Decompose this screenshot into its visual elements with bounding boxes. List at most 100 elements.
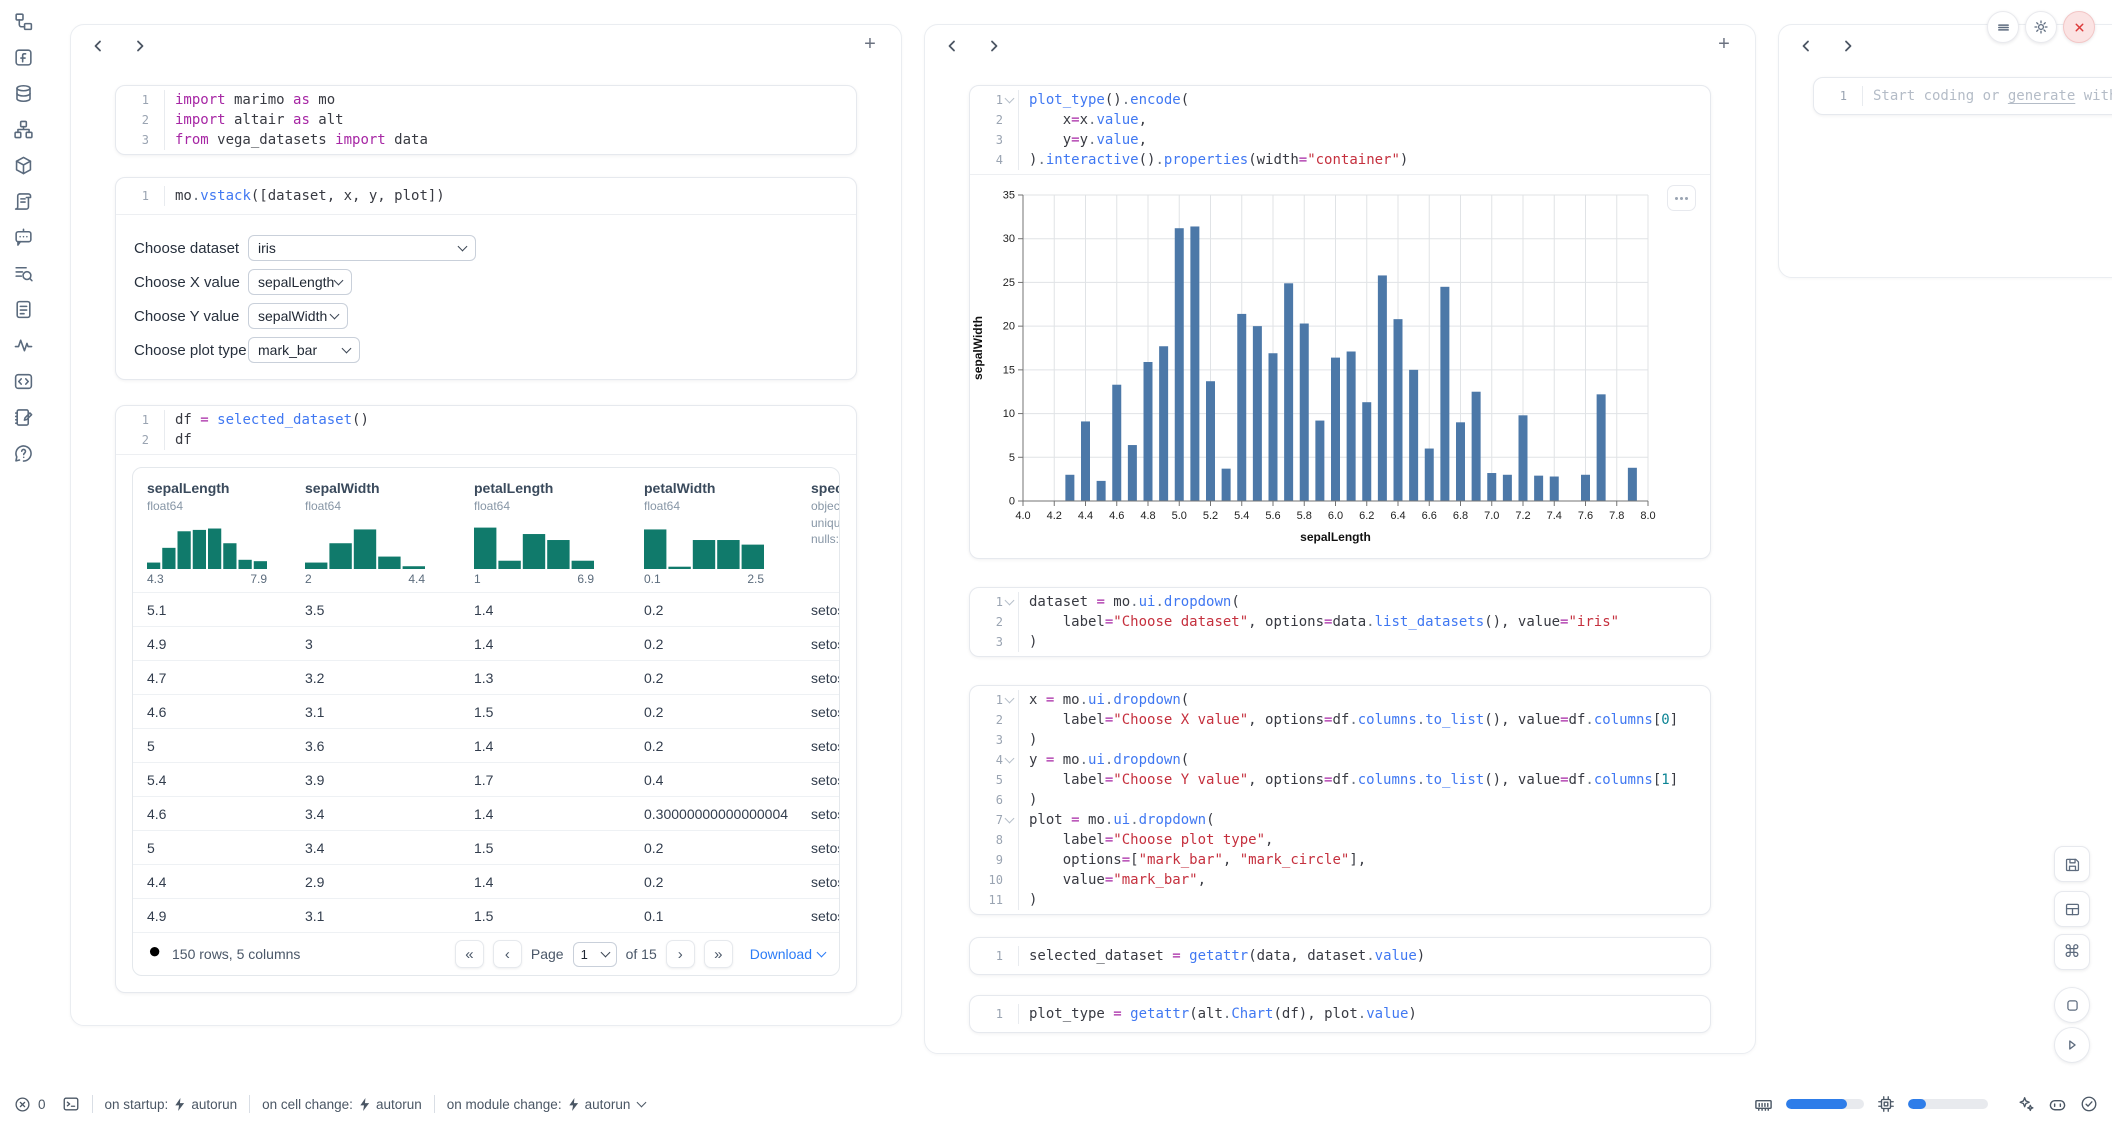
table-cell: setosa [797, 840, 839, 856]
terminal-button[interactable] [62, 1095, 80, 1113]
autorun-setting-3[interactable]: on module change:autorun [447, 1097, 646, 1112]
column-collapse-right-icon[interactable] [1839, 37, 1857, 55]
shutdown-button[interactable] [2063, 11, 2095, 43]
table-row[interactable]: 53.61.40.2setosa [133, 728, 839, 762]
code-line: label="Choose plot type", [1029, 830, 1710, 850]
last-page-button[interactable]: » [704, 940, 733, 968]
sidebar-item-logs[interactable] [12, 190, 34, 212]
table-row[interactable]: 4.931.40.2setosa [133, 626, 839, 660]
dataframe-code-cell[interactable]: 12df = selected_dataset()df sepalLengthf… [115, 405, 857, 993]
column-header-sepalLength[interactable]: sepalLengthfloat644.37.9 [133, 478, 291, 586]
table-row[interactable]: 53.41.50.2setosa [133, 830, 839, 864]
sidebar-item-functions[interactable] [12, 46, 34, 68]
sidebar-item-help[interactable] [12, 442, 34, 464]
error-indicator[interactable]: 0 [14, 1096, 46, 1113]
code-editor[interactable]: 1selected_dataset = getattr(data, datase… [970, 938, 1710, 974]
code-editor[interactable]: 123import marimo as moimport altair as a… [116, 86, 856, 154]
table-cell: 1.4 [460, 636, 630, 652]
error-count: 0 [38, 1097, 46, 1112]
app-view-button[interactable] [2054, 987, 2090, 1023]
panel-layout-button[interactable] [2054, 891, 2090, 927]
histogram-range: 24.4 [305, 572, 425, 586]
code-line: x=x.value, [1029, 110, 1710, 130]
sidebar-item-packages[interactable] [12, 154, 34, 176]
table-row[interactable]: 4.93.11.50.1setosa [133, 898, 839, 932]
table-row[interactable]: 4.42.91.40.2setosa [133, 864, 839, 898]
settings-button[interactable] [2025, 11, 2057, 43]
first-page-button[interactable]: « [455, 940, 484, 968]
table-row[interactable]: 4.73.21.30.2setosa [133, 660, 839, 694]
fold-chevron-icon[interactable] [1005, 596, 1015, 606]
menu-button[interactable] [1987, 11, 2019, 43]
fold-chevron-icon[interactable] [1005, 814, 1015, 824]
table-cell: 3.1 [291, 704, 460, 720]
fold-chevron-icon[interactable] [1005, 754, 1015, 764]
code-editor[interactable]: 1234plot_type().encode( x=x.value, y=y.v… [970, 86, 1710, 174]
column-collapse-left-icon[interactable] [943, 37, 961, 55]
table-row[interactable]: 5.13.51.40.2setosa [133, 592, 839, 626]
column-header-sepalWidth[interactable]: sepalWidthfloat6424.4 [291, 478, 460, 586]
table-row[interactable]: 4.63.11.50.2setosa [133, 694, 839, 728]
sidebar-item-notebook[interactable] [12, 406, 34, 428]
code-editor[interactable]: 1plot_type = getattr(alt.Chart(df), plot… [970, 996, 1710, 1032]
table-row[interactable]: 5.43.91.70.4setosa [133, 762, 839, 796]
sidebar-item-documentation[interactable] [12, 298, 34, 320]
code-editor[interactable]: 1234567891011x = mo.ui.dropdown( label="… [970, 686, 1710, 914]
run-button[interactable] [2054, 1027, 2090, 1063]
code-editor[interactable]: 12df = selected_dataset()df [116, 406, 856, 454]
save-button[interactable] [2054, 846, 2090, 882]
plot-type-code-cell[interactable]: 1plot_type = getattr(alt.Chart(df), plot… [969, 995, 1711, 1033]
fold-chevron-icon[interactable] [1005, 94, 1015, 104]
svg-text:5.6: 5.6 [1265, 510, 1280, 522]
column-collapse-left-icon[interactable] [89, 37, 107, 55]
next-page-button[interactable]: › [666, 940, 695, 968]
plot-type-select[interactable]: mark_bar [248, 337, 360, 363]
sidebar-item-tracing[interactable] [12, 334, 34, 356]
sidebar-item-ai-chat[interactable] [12, 226, 34, 248]
sidebar-item-dependency-graph[interactable] [12, 118, 34, 140]
sidebar-item-snippets[interactable] [12, 370, 34, 392]
table-cell: 3.6 [291, 738, 460, 754]
y-value-select[interactable]: sepalWidth [248, 303, 348, 329]
generate-link[interactable]: generate [2008, 88, 2075, 104]
dataset-dropdown-code-cell[interactable]: 123dataset = mo.ui.dropdown( label="Choo… [969, 587, 1711, 657]
selected-dataset-code-cell[interactable]: 1selected_dataset = getattr(data, datase… [969, 937, 1711, 975]
autorun-setting-1[interactable]: on startup:autorun [105, 1097, 238, 1112]
connection-status-icon[interactable] [2080, 1095, 2098, 1113]
imports-code-cell[interactable]: 123import marimo as moimport altair as a… [115, 85, 857, 155]
table-row[interactable]: 4.63.41.40.30000000000000004setosa [133, 796, 839, 830]
functions-icon [13, 47, 34, 68]
chart-options-button[interactable] [1667, 185, 1696, 211]
tracing-icon [13, 335, 34, 356]
empty-code-cell[interactable]: 1 Start coding or generate with [1813, 77, 2112, 115]
column-header-petalLength[interactable]: petalLengthfloat6416.9 [460, 478, 630, 586]
column-header-species[interactable]: speciesobjectunique:nulls: [797, 478, 839, 586]
fold-chevron-icon[interactable] [1005, 694, 1015, 704]
add-cell-button[interactable]: + [1713, 33, 1735, 55]
page-number-select[interactable]: 1 [573, 942, 617, 967]
dataset-select[interactable]: iris [248, 235, 476, 261]
sidebar-item-datasources[interactable] [12, 82, 34, 104]
prev-page-button[interactable]: ‹ [493, 940, 522, 968]
sidebar-item-file-tree[interactable] [12, 10, 34, 32]
table-search-icon[interactable] [147, 944, 164, 964]
column-collapse-right-icon[interactable] [131, 37, 149, 55]
sepal-bar-chart[interactable]: 4.04.24.44.64.85.05.25.45.65.86.06.26.46… [970, 181, 1710, 552]
column-header-petalWidth[interactable]: petalWidthfloat640.12.5 [630, 478, 797, 586]
code-editor[interactable]: 1mo.vstack([dataset, x, y, plot]) [116, 178, 856, 214]
copilot-icon[interactable] [2048, 1095, 2067, 1114]
code-editor[interactable]: 123dataset = mo.ui.dropdown( label="Choo… [970, 588, 1710, 656]
keyboard-shortcuts-button[interactable]: ⌘ [2054, 934, 2090, 970]
table-cell: 0.1 [630, 908, 797, 924]
sidebar-item-scratchpad[interactable] [12, 262, 34, 284]
download-button[interactable]: Download [750, 946, 825, 962]
plot-code-cell[interactable]: 1234plot_type().encode( x=x.value, y=y.v… [969, 85, 1711, 559]
autorun-setting-2[interactable]: on cell change:autorun [262, 1097, 422, 1112]
column-collapse-left-icon[interactable] [1797, 37, 1815, 55]
column-collapse-right-icon[interactable] [985, 37, 1003, 55]
add-cell-button[interactable]: + [859, 33, 881, 55]
vstack-code-cell[interactable]: 1mo.vstack([dataset, x, y, plot]) Choose… [115, 177, 857, 380]
xy-plot-dropdowns-code-cell[interactable]: 1234567891011x = mo.ui.dropdown( label="… [969, 685, 1711, 915]
x-value-select[interactable]: sepalLength [248, 269, 352, 295]
ai-sparkles-icon[interactable] [2017, 1095, 2035, 1113]
